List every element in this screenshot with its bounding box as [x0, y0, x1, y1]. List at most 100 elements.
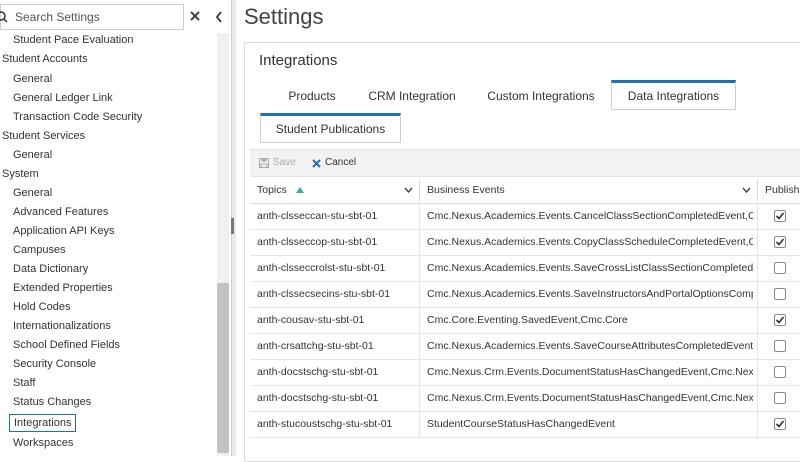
table-row[interactable]: anth-clsseccrolst-stu-sbt-01 Cmc.Nexus.Ac… — [250, 255, 800, 282]
topic-cell: anth-clsseccan-stu-sbt-01 — [257, 210, 378, 222]
column-divider — [757, 281, 758, 307]
save-icon — [259, 158, 269, 168]
splitter-grip-icon[interactable] — [231, 218, 234, 234]
publish-checkbox[interactable] — [774, 392, 786, 404]
settings-nav-list: Student Pace Evaluation Student Accounts… — [0, 33, 217, 456]
nav-item-advanced-features[interactable]: Advanced Features — [13, 203, 108, 222]
table-row[interactable]: anth-docstschg-stu-sbt-01 Cmc.Nexus.Crm.E… — [250, 385, 800, 412]
publish-checkbox[interactable] — [774, 340, 786, 352]
column-divider — [419, 203, 420, 229]
collapse-sidebar-button[interactable] — [210, 4, 228, 30]
nav-group-system[interactable]: System — [2, 165, 39, 184]
table-row[interactable]: anth-clsseccop-stu-sbt-01 Cmc.Nexus.Acade… — [250, 229, 800, 256]
nav-item-internationalizations[interactable]: Internationalizations — [13, 317, 111, 336]
column-divider — [757, 203, 758, 229]
publish-checkbox[interactable] — [774, 314, 786, 326]
cancel-button[interactable]: Cancel — [312, 150, 356, 176]
column-divider — [419, 385, 420, 411]
checkmark-icon — [775, 238, 785, 246]
grid-toolbar: Save Cancel — [250, 149, 800, 176]
nav-item-hold-codes[interactable]: Hold Codes — [13, 298, 70, 317]
business-event-cell: Cmc.Nexus.Crm.Events.DocumentStatusHasCh… — [427, 392, 753, 404]
column-header-business-events[interactable]: Business Events — [427, 177, 505, 203]
column-divider — [419, 307, 420, 333]
nav-group-student-accounts[interactable]: Student Accounts — [2, 50, 88, 69]
save-button[interactable]: Save — [259, 150, 296, 176]
column-divider — [757, 359, 758, 385]
table-row[interactable]: anth-clssecsecins-stu-sbt-01 Cmc.Nexus.Ac… — [250, 281, 800, 308]
column-divider — [419, 411, 420, 437]
publish-checkbox[interactable] — [774, 366, 786, 378]
topic-cell: anth-docstschg-stu-sbt-01 — [257, 392, 379, 404]
nav-group-student-services[interactable]: Student Services — [2, 127, 85, 146]
nav-item-campuses[interactable]: Campuses — [13, 241, 66, 260]
column-divider — [757, 307, 758, 333]
table-row[interactable]: anth-cousav-stu-sbt-01 Cmc.Core.Eventing.… — [250, 307, 800, 334]
chevron-left-icon — [215, 11, 222, 23]
events-filter-chevron-icon[interactable] — [742, 187, 751, 193]
topic-cell: anth-clsseccop-stu-sbt-01 — [257, 236, 378, 248]
publish-checkbox[interactable] — [774, 262, 786, 274]
topics-header-label: Topics — [257, 184, 287, 196]
publish-checkbox[interactable] — [774, 288, 786, 300]
nav-item-student-services-general[interactable]: General — [13, 146, 52, 165]
table-row[interactable]: anth-stucoustschg-stu-sbt-01 StudentCours… — [250, 411, 800, 438]
business-event-cell: Cmc.Nexus.Crm.Events.DocumentStatusHasCh… — [427, 366, 753, 378]
tab-data-integrations[interactable]: Data Integrations — [611, 80, 736, 110]
nav-item-school-defined-fields[interactable]: School Defined Fields — [13, 336, 120, 355]
nav-item-general-ledger-link[interactable]: General Ledger Link — [13, 89, 113, 108]
checkmark-icon — [775, 316, 785, 324]
column-divider — [419, 333, 420, 359]
nav-item-application-api-keys[interactable]: Application API Keys — [13, 222, 115, 241]
tab-student-publications[interactable]: Student Publications — [260, 113, 401, 143]
column-divider — [419, 255, 420, 281]
table-row[interactable]: anth-crsattchg-stu-sbt-01 Cmc.Nexus.Acade… — [250, 333, 800, 360]
nav-item-transaction-code-security[interactable]: Transaction Code Security — [13, 108, 142, 127]
cancel-x-icon — [312, 158, 321, 168]
column-divider — [757, 411, 758, 437]
nav-item-student-accounts-general[interactable]: General — [13, 70, 52, 89]
sidebar-scrollbar-thumb[interactable] — [217, 283, 229, 453]
column-header-topics[interactable]: Topics — [257, 177, 304, 203]
publish-checkbox[interactable] — [774, 418, 786, 430]
nav-item-extended-properties[interactable]: Extended Properties — [13, 279, 113, 298]
topic-cell: anth-cousav-stu-sbt-01 — [257, 314, 365, 326]
column-divider — [757, 333, 758, 359]
topics-filter-chevron-icon[interactable] — [404, 187, 413, 193]
panel-title: Integrations — [259, 52, 338, 69]
tab-crm-integration[interactable]: CRM Integration — [358, 81, 466, 111]
nav-item-status-changes[interactable]: Status Changes — [13, 393, 91, 412]
tab-products[interactable]: Products — [271, 81, 353, 111]
table-row[interactable]: anth-docstschg-stu-sbt-01 Cmc.Nexus.Crm.E… — [250, 359, 800, 386]
column-divider — [757, 179, 758, 201]
save-label: Save — [273, 157, 296, 168]
nav-item-system-general[interactable]: General — [13, 184, 52, 203]
topic-cell: anth-stucoustschg-stu-sbt-01 — [257, 418, 393, 430]
grid-header: Topics Business Events Publish — [250, 176, 800, 204]
business-event-cell: Cmc.Nexus.Academics.Events.CancelClassSe… — [427, 210, 753, 222]
search-input[interactable] — [15, 6, 175, 28]
nav-item-security-console[interactable]: Security Console — [13, 355, 96, 374]
nav-item-staff[interactable]: Staff — [13, 374, 35, 393]
clear-search-icon[interactable] — [188, 9, 202, 23]
table-row[interactable]: anth-clsseccan-stu-sbt-01 Cmc.Nexus.Acade… — [250, 203, 800, 230]
nav-item-student-pace-evaluation[interactable]: Student Pace Evaluation — [13, 33, 133, 50]
column-divider — [419, 359, 420, 385]
nav-item-workspaces[interactable]: Workspaces — [13, 434, 73, 453]
business-event-cell: Cmc.Nexus.Academics.Events.SaveInstructo… — [427, 288, 753, 300]
column-header-publish[interactable]: Publish — [765, 177, 799, 203]
column-divider — [419, 179, 420, 201]
topic-cell: anth-docstschg-stu-sbt-01 — [257, 366, 379, 378]
column-divider — [757, 385, 758, 411]
nav-item-data-dictionary[interactable]: Data Dictionary — [13, 260, 88, 279]
tab-custom-integrations[interactable]: Custom Integrations — [476, 81, 606, 111]
publish-checkbox[interactable] — [774, 236, 786, 248]
checkmark-icon — [775, 420, 785, 428]
topic-cell: anth-clssecsecins-stu-sbt-01 — [257, 288, 391, 300]
page-title: Settings — [244, 4, 324, 29]
business-event-cell: Cmc.Core.Eventing.SavedEvent,Cmc.Core — [427, 314, 628, 326]
business-event-cell: Cmc.Nexus.Academics.Events.SaveCourseAtt… — [427, 340, 753, 352]
column-divider — [757, 229, 758, 255]
publish-checkbox[interactable] — [774, 210, 786, 222]
nav-item-integrations[interactable]: Integrations — [9, 414, 77, 432]
